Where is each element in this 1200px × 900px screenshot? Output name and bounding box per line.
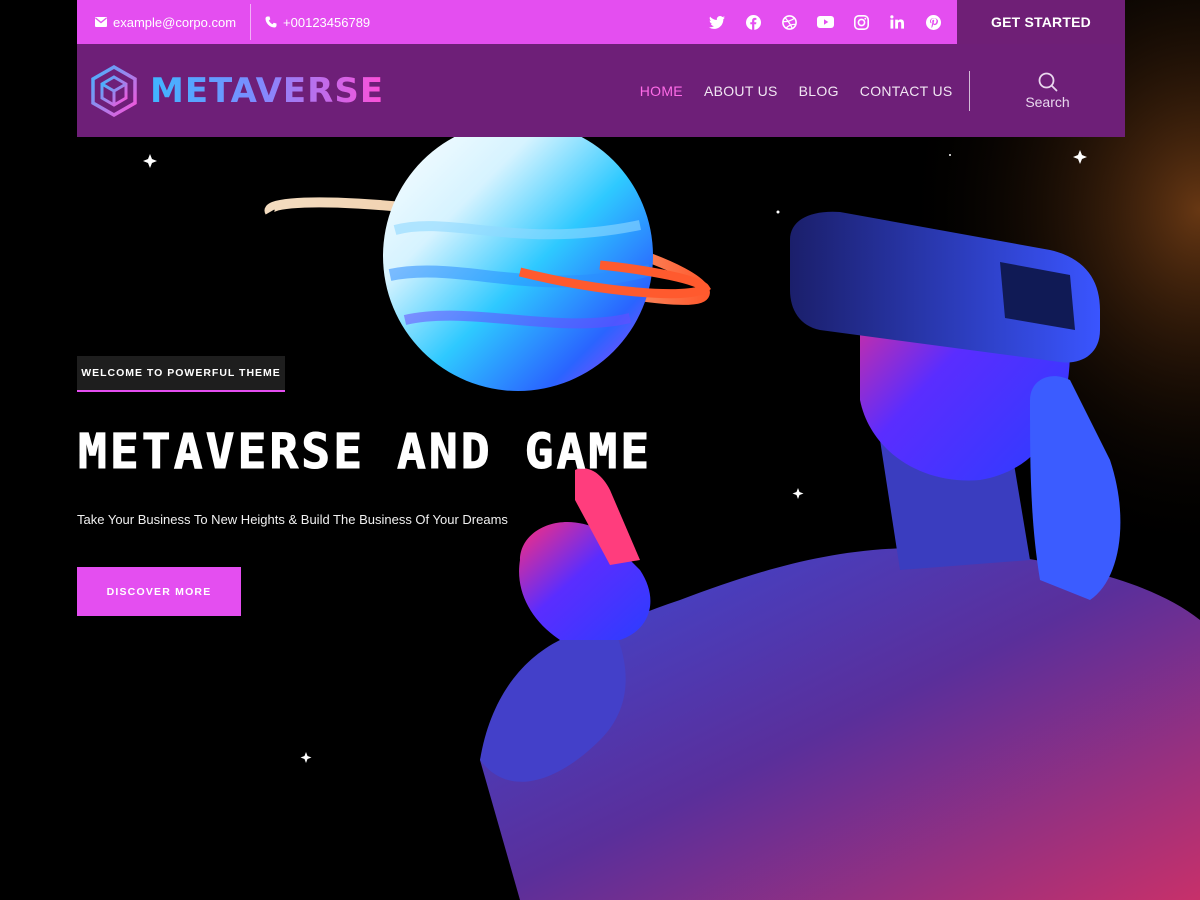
envelope-icon [95,17,107,27]
logo-text: METAVERSE [150,70,385,111]
pinterest-link[interactable] [915,0,951,44]
phone-icon [265,16,277,28]
twitter-link[interactable] [699,0,735,44]
email-link[interactable]: example@corpo.com [95,15,236,30]
twitter-icon [709,15,725,29]
linkedin-icon [890,15,904,29]
youtube-icon [816,16,834,28]
contact-divider [250,4,252,40]
search-button[interactable]: Search [970,72,1125,110]
top-bar: example@corpo.com +00123456789 GET START… [77,0,1125,44]
phone-text: +00123456789 [283,14,371,30]
nav-item-about-us[interactable]: ABOUT US [693,83,788,99]
facebook-icon [745,14,761,30]
email-text: example@corpo.com [113,14,237,30]
nav-item-home[interactable]: HOME [629,83,693,99]
discover-more-button[interactable]: DISCOVER MORE [77,567,241,616]
get-started-button[interactable]: GET STARTED [957,0,1125,44]
hero-subtitle: Take Your Business To New Heights & Buil… [77,512,508,527]
social-links [699,0,951,44]
phone-link[interactable]: +00123456789 [265,15,370,30]
facebook-link[interactable] [735,0,771,44]
nav-menu: HOME ABOUT US BLOG CONTACT US Search [629,44,1125,137]
search-icon [1038,72,1057,91]
main-navbar: METAVERSE HOME ABOUT US BLOG CONTACT US … [77,44,1125,137]
instagram-icon [853,14,869,30]
site-logo[interactable]: METAVERSE [90,64,385,117]
nav-item-contact-us[interactable]: CONTACT US [849,83,963,99]
instagram-link[interactable] [843,0,879,44]
pinterest-icon [925,14,941,30]
hero-title: METAVERSE AND GAME [77,424,653,481]
linkedin-link[interactable] [879,0,915,44]
dribbble-icon [781,14,797,30]
dribbble-link[interactable] [771,0,807,44]
welcome-badge: WELCOME TO POWERFUL THEME [77,356,285,392]
hexagon-cube-logo-icon [91,64,137,117]
search-label: Search [1025,93,1070,110]
nav-item-blog[interactable]: BLOG [788,83,849,99]
youtube-link[interactable] [807,0,843,44]
contact-info: example@corpo.com +00123456789 [77,0,370,44]
